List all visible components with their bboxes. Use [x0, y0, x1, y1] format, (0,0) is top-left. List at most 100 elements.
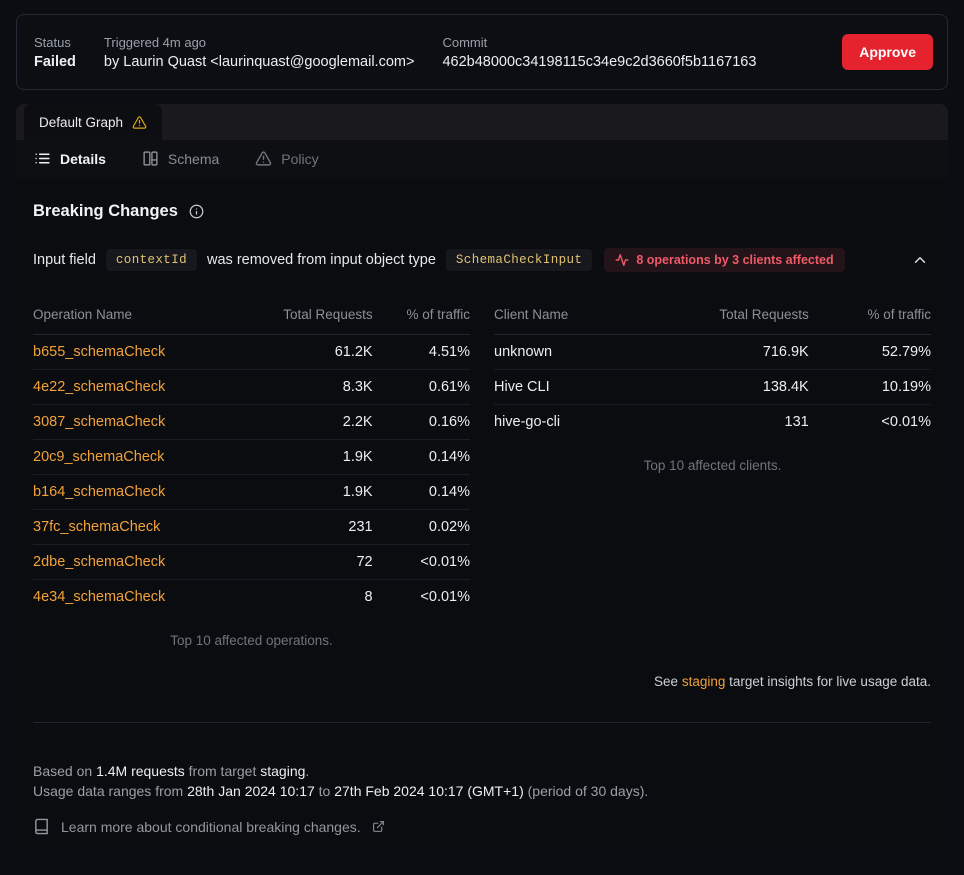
- insights-text-before: See: [654, 674, 682, 689]
- activity-icon: [615, 253, 629, 267]
- breaking-changes-heading: Breaking Changes: [33, 202, 931, 221]
- operations-col-name: Operation Name: [33, 297, 236, 335]
- summary-text: .: [305, 763, 309, 779]
- breaking-changes-title: Breaking Changes: [33, 202, 178, 221]
- affected-badge-label: 8 operations by 3 clients affected: [636, 253, 833, 267]
- operation-link[interactable]: 4e34_schemaCheck: [33, 589, 165, 605]
- operations-table: Operation Name Total Requests % of traff…: [33, 297, 470, 614]
- insights-text-after: target insights for live usage data.: [725, 674, 931, 689]
- usage-summary-line1: Based on 1.4M requests from target stagi…: [33, 761, 931, 781]
- clients-header-row: Client Name Total Requests % of traffic: [494, 297, 931, 335]
- table-row: 3087_schemaCheck 2.2K 0.16%: [33, 405, 470, 440]
- client-traffic: <0.01%: [809, 405, 931, 440]
- table-row: hive-go-cli 131 <0.01%: [494, 405, 931, 440]
- tab-details-label: Details: [60, 151, 106, 167]
- client-name: hive-go-cli: [494, 405, 637, 440]
- client-traffic: 52.79%: [809, 335, 931, 370]
- chevron-up-icon[interactable]: [909, 249, 931, 271]
- staging-target-link[interactable]: staging: [682, 674, 726, 689]
- operation-traffic: 0.61%: [373, 370, 470, 405]
- table-row: 37fc_schemaCheck 231 0.02%: [33, 510, 470, 545]
- summary-text: Based on: [33, 763, 96, 779]
- operation-link[interactable]: 3087_schemaCheck: [33, 414, 165, 430]
- triggered-label: Triggered 4m ago: [104, 35, 415, 50]
- operation-requests: 8.3K: [236, 370, 373, 405]
- client-name: unknown: [494, 335, 637, 370]
- alert-triangle-icon: [255, 150, 272, 167]
- client-traffic: 10.19%: [809, 370, 931, 405]
- status-field: Status Failed: [34, 35, 76, 70]
- clients-caption: Top 10 affected clients.: [494, 458, 931, 473]
- tab-policy[interactable]: Policy: [255, 150, 318, 167]
- operation-requests: 2.2K: [236, 405, 373, 440]
- operation-link[interactable]: 20c9_schemaCheck: [33, 449, 164, 465]
- operation-link[interactable]: 2dbe_schemaCheck: [33, 554, 165, 570]
- learn-more-link[interactable]: Learn more about conditional breaking ch…: [33, 818, 931, 835]
- triggered-value: by Laurin Quast <laurinquast@googlemail.…: [104, 54, 415, 70]
- table-row: 4e22_schemaCheck 8.3K 0.61%: [33, 370, 470, 405]
- clients-col-name: Client Name: [494, 297, 637, 335]
- operation-traffic: 0.02%: [373, 510, 470, 545]
- operations-col-traffic: % of traffic: [373, 297, 470, 335]
- commit-value: 462b48000c34198115c34e9c2d3660f5b1167163: [442, 54, 756, 70]
- summary-text: (period of 30 days).: [524, 783, 649, 799]
- change-type-code: SchemaCheckInput: [446, 249, 592, 271]
- clients-col-traffic: % of traffic: [809, 297, 931, 335]
- commit-label: Commit: [442, 35, 756, 50]
- approve-button[interactable]: Approve: [842, 34, 933, 70]
- status-label: Status: [34, 35, 76, 50]
- operation-link[interactable]: 37fc_schemaCheck: [33, 519, 160, 535]
- clients-table: Client Name Total Requests % of traffic …: [494, 297, 931, 439]
- usage-summary: Based on 1.4M requests from target stagi…: [33, 761, 931, 801]
- tab-default-graph[interactable]: Default Graph: [24, 104, 162, 140]
- schema-icon: [142, 150, 159, 167]
- status-value: Failed: [34, 54, 76, 70]
- external-link-icon: [372, 820, 385, 833]
- operation-requests: 61.2K: [236, 335, 373, 370]
- request-count: 1.4M requests: [96, 763, 185, 779]
- operation-requests: 1.9K: [236, 475, 373, 510]
- operation-requests: 8: [236, 580, 373, 615]
- breaking-change-accordion-header[interactable]: Input field contextId was removed from i…: [33, 248, 931, 272]
- section-divider: [33, 722, 931, 723]
- learn-more-label: Learn more about conditional breaking ch…: [61, 819, 361, 835]
- commit-field: Commit 462b48000c34198115c34e9c2d3660f5b…: [442, 35, 756, 70]
- warning-triangle-icon: [132, 115, 147, 130]
- client-requests: 716.9K: [637, 335, 809, 370]
- table-row: unknown 716.9K 52.79%: [494, 335, 931, 370]
- change-text-before: Input field: [33, 252, 96, 268]
- panel-tabs: Details Schema Policy: [16, 140, 948, 177]
- operation-requests: 72: [236, 545, 373, 580]
- details-content: Breaking Changes Input field contextId w…: [16, 177, 948, 849]
- tab-policy-label: Policy: [281, 151, 318, 167]
- operations-col-requests: Total Requests: [236, 297, 373, 335]
- table-row: b164_schemaCheck 1.9K 0.14%: [33, 475, 470, 510]
- table-row: 2dbe_schemaCheck 72 <0.01%: [33, 545, 470, 580]
- table-row: b655_schemaCheck 61.2K 4.51%: [33, 335, 470, 370]
- book-icon: [33, 818, 50, 835]
- operation-requests: 1.9K: [236, 440, 373, 475]
- operation-traffic: 4.51%: [373, 335, 470, 370]
- info-icon[interactable]: [189, 204, 204, 219]
- client-name: Hive CLI: [494, 370, 637, 405]
- table-row: 20c9_schemaCheck 1.9K 0.14%: [33, 440, 470, 475]
- operation-traffic: <0.01%: [373, 545, 470, 580]
- change-field-code: contextId: [106, 249, 197, 271]
- tab-schema-label: Schema: [168, 151, 219, 167]
- operation-link[interactable]: 4e22_schemaCheck: [33, 379, 165, 395]
- triggered-field: Triggered 4m ago by Laurin Quast <laurin…: [104, 35, 415, 70]
- usage-summary-line2: Usage data ranges from 28th Jan 2024 10:…: [33, 781, 931, 801]
- client-requests: 131: [637, 405, 809, 440]
- tab-details[interactable]: Details: [34, 150, 106, 167]
- operation-link[interactable]: b655_schemaCheck: [33, 344, 165, 360]
- graph-tabstrip: Default Graph: [16, 104, 948, 140]
- operation-link[interactable]: b164_schemaCheck: [33, 484, 165, 500]
- tab-schema[interactable]: Schema: [142, 150, 219, 167]
- target-name: staging: [260, 763, 305, 779]
- usage-tables: Operation Name Total Requests % of traff…: [33, 297, 931, 648]
- list-icon: [34, 150, 51, 167]
- affected-operations-badge: 8 operations by 3 clients affected: [604, 248, 844, 272]
- insights-line: See staging target insights for live usa…: [33, 674, 931, 689]
- change-text-middle: was removed from input object type: [207, 252, 436, 268]
- check-panel: Default Graph Details Schema Policy: [16, 104, 948, 849]
